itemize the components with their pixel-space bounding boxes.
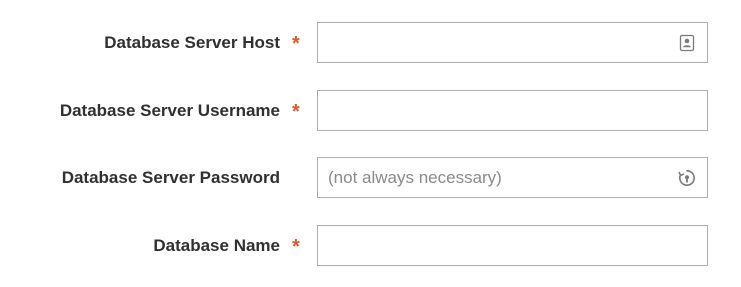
db-name-label: Database Name <box>153 236 280 255</box>
db-host-label: Database Server Host <box>104 33 280 52</box>
required-marker: * <box>292 101 300 123</box>
db-username-label: Database Server Username <box>59 101 280 120</box>
db-password-row: Database Server Password <box>0 157 741 198</box>
db-name-row: Database Name * <box>0 225 741 266</box>
db-host-row: Database Server Host * <box>0 22 741 63</box>
required-marker: * <box>292 33 300 55</box>
db-username-row: Database Server Username * <box>0 90 741 131</box>
db-password-input[interactable] <box>318 158 707 197</box>
db-host-field-box <box>317 22 708 63</box>
db-password-field-box <box>317 157 708 198</box>
db-host-input[interactable] <box>318 23 707 62</box>
db-password-label: Database Server Password <box>61 168 280 187</box>
database-settings-form: Database Server Host * Database Server U… <box>0 0 741 287</box>
db-username-input[interactable] <box>318 91 707 130</box>
db-name-input[interactable] <box>318 226 707 265</box>
contact-card-icon[interactable] <box>677 33 697 53</box>
required-marker: * <box>292 236 300 258</box>
db-username-field-box <box>317 90 708 131</box>
db-name-field-box <box>317 225 708 266</box>
password-manager-icon[interactable] <box>677 168 697 188</box>
